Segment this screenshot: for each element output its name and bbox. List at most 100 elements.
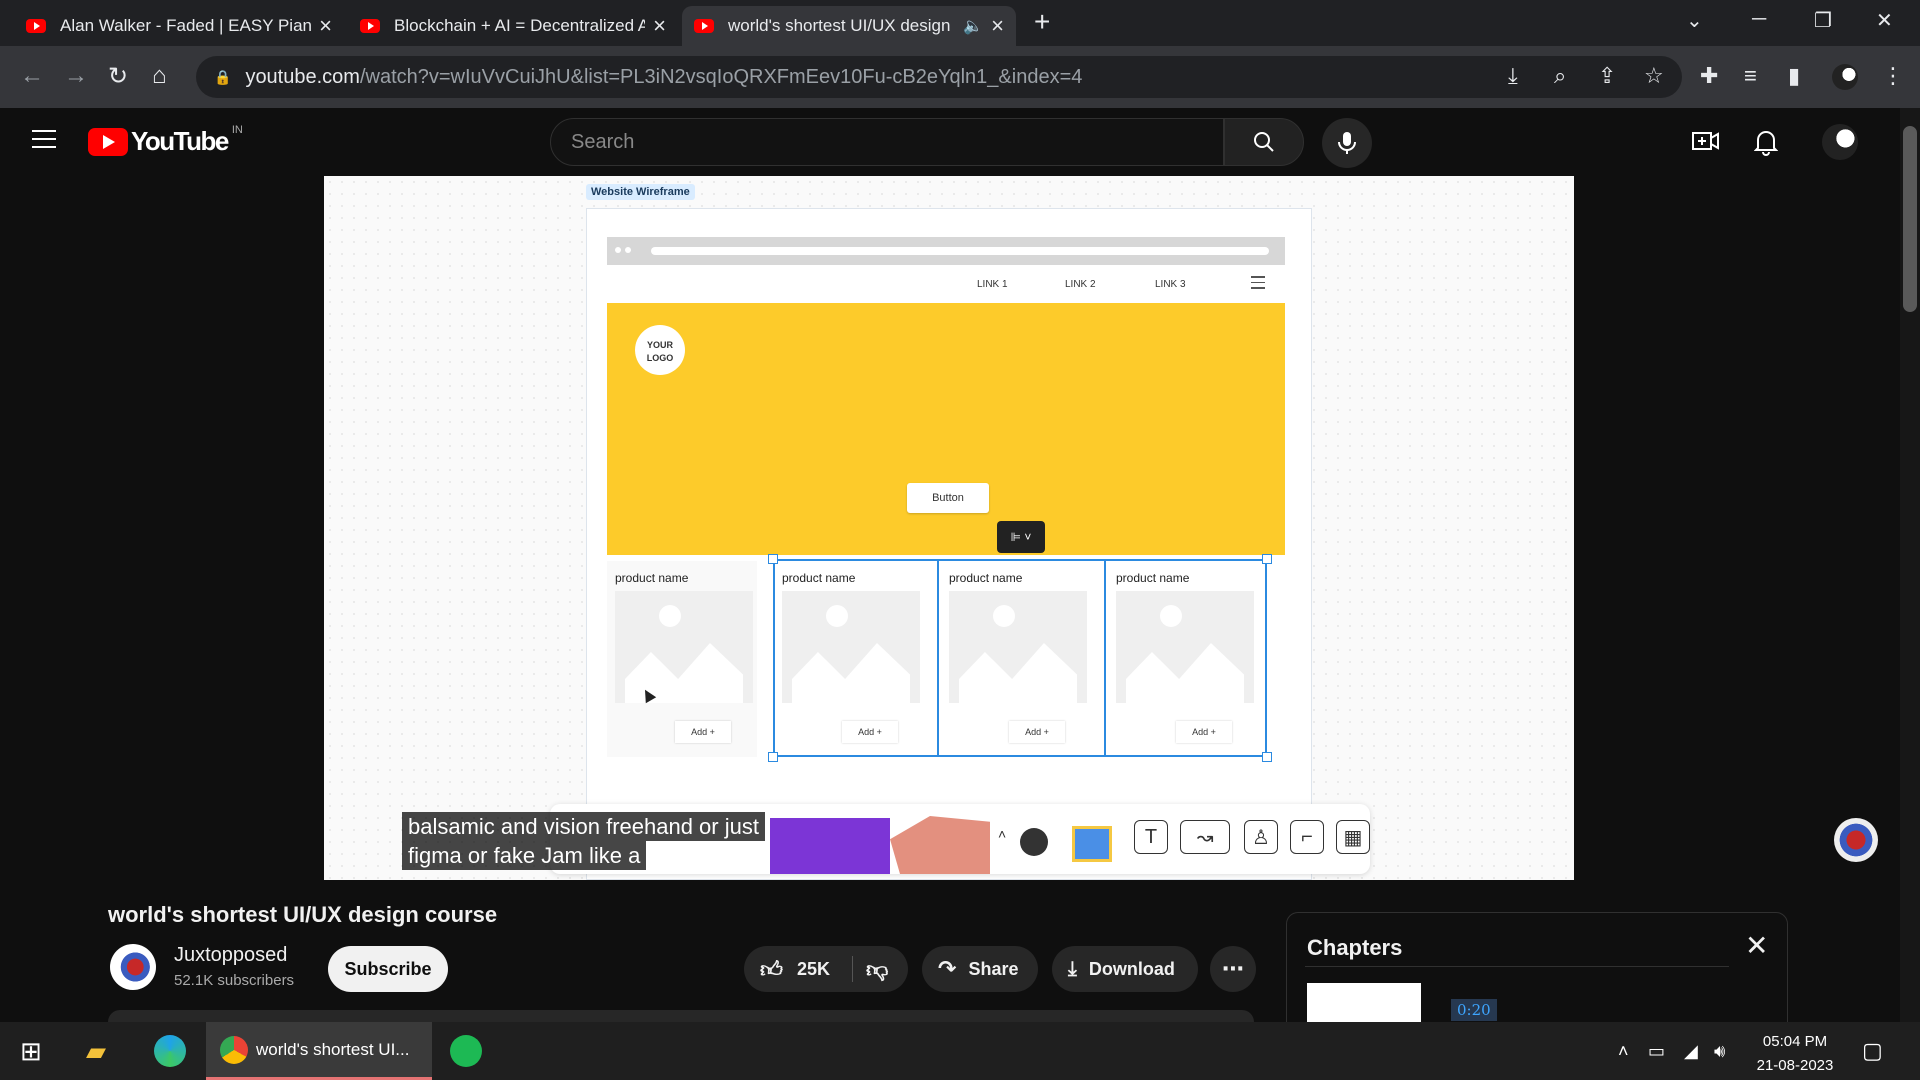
browser-toolbar: ← → ↻ ⌂ 🔒 youtube.com/watch?v=wIuVvCuiJh… [0,46,1920,108]
close-chapters-icon[interactable]: ✕ [1745,929,1768,962]
wireframe-hero: YOUR LOGO Button [607,303,1285,555]
side-panel-icon[interactable]: ▮ [1788,63,1800,89]
resize-handle [768,554,778,564]
account-avatar[interactable] [1822,124,1858,160]
country-code: IN [231,123,243,136]
more-horizontal-icon: ⋯ [1222,956,1244,981]
channel-name[interactable]: Juxtopposed [174,944,287,967]
clock-date: 21-08-2023 [1756,1057,1834,1074]
download-button[interactable]: ⤓ Download [1052,946,1198,992]
selection-box [773,559,1267,757]
description-box[interactable] [108,1010,1254,1022]
microphone-icon [1338,132,1356,154]
like-button[interactable]: 👍︎ 25K [744,946,852,992]
download-icon: ⤓ [1068,957,1077,980]
minimize-icon[interactable]: ─ [1752,8,1766,31]
zoom-icon[interactable]: ⌕ [1554,63,1566,89]
caption-line: balsamic and vision freehand or just [402,812,765,841]
battery-icon[interactable]: ▭ [1648,1022,1665,1080]
tab-search-chevron-icon[interactable]: ⌄ [1686,8,1703,33]
windows-start-icon[interactable]: ⊞ [20,1022,42,1080]
file-explorer-icon[interactable]: ▰ [86,1022,106,1080]
home-icon[interactable]: ⌂ [152,62,167,90]
restore-icon[interactable]: ❐ [1814,8,1832,33]
wireframe-browser-bar [607,237,1285,265]
address-bar[interactable]: 🔒 youtube.com/watch?v=wIuVvCuiJhU&list=P… [196,56,1682,98]
close-tab-icon[interactable]: × [991,13,1004,39]
youtube-favicon-icon [26,19,46,33]
close-tab-icon[interactable]: × [653,13,666,39]
volume-icon[interactable]: 🔊︎ [1714,1022,1725,1080]
tab-alan-walker[interactable]: Alan Walker - Faded | EASY Piano × [14,6,344,46]
resize-handle [1262,554,1272,564]
voice-search-button[interactable] [1322,118,1372,168]
taskbar-chrome-window[interactable]: world's shortest UI... [206,1022,432,1080]
share-page-icon[interactable]: ⇪ [1598,63,1616,89]
product-name: product name [615,571,689,585]
chapter-thumbnail[interactable] [1307,983,1421,1022]
share-button[interactable]: ↷ Share [922,946,1038,992]
hamburger-menu-icon[interactable] [32,130,56,148]
new-tab-button[interactable]: + [1034,6,1050,38]
more-actions-button[interactable]: ⋯ [1210,946,1256,992]
scrollbar-thumb[interactable] [1903,126,1917,312]
like-count: 25K [797,958,831,979]
wireframe-hamburger-icon [1251,276,1265,293]
stamp-tool-icon [1020,828,1048,856]
lock-icon[interactable]: 🔒 [214,69,231,86]
video-player[interactable]: Website Wireframe LINK 1 LINK 2 LINK 3 Y… [324,176,1574,880]
extensions-icon[interactable]: ✚ [1700,63,1718,89]
back-icon[interactable]: ← [20,62,44,90]
system-clock[interactable]: 05:04 PM 21-08-2023 [1740,1030,1850,1078]
tray-chevron-up-icon[interactable]: ˄ [1618,1022,1629,1080]
windows-taskbar: ⊞ ▰ world's shortest UI... ˄ ▭ ◢ 🔊︎ 05:0… [0,1022,1920,1080]
search-icon [1254,132,1274,152]
search-button[interactable] [1224,118,1304,166]
search-input[interactable]: Search [550,118,1224,166]
chevron-up-icon: ˄ [998,826,1007,842]
chapter-timestamp[interactable]: 0:20 [1451,999,1497,1021]
wifi-icon[interactable]: ◢ [1684,1022,1698,1080]
wireframe-nav: LINK 1 LINK 2 LINK 3 [607,265,1285,303]
speaker-icon[interactable]: 🔈 [963,16,983,36]
add-button: Add + [675,721,731,743]
channel-avatar[interactable] [110,944,156,990]
tab-blockchain-ai[interactable]: Blockchain + AI = Decentralized A × [348,6,678,46]
edge-icon[interactable] [154,1022,186,1080]
youtube-header: YouTube IN Search [0,108,1900,176]
notifications-bell-icon[interactable] [1754,128,1778,156]
resize-handle [1262,752,1272,762]
thumbs-up-icon: 👍︎ [760,956,783,982]
logo-line-2: LOGO [646,353,674,363]
bookmark-star-icon[interactable]: ☆ [1644,63,1664,89]
profile-avatar[interactable] [1832,64,1858,90]
chrome-menu-icon[interactable]: ⋮ [1882,63,1904,89]
forward-icon[interactable]: → [64,62,88,90]
install-app-icon[interactable]: ⤓ [1508,63,1518,89]
chrome-icon [220,1035,248,1064]
product-card: product name Add + [607,561,757,757]
close-tab-icon[interactable]: × [319,13,332,39]
video-captions: balsamic and vision freehand or just fig… [402,812,792,870]
logo-line-1: YOUR [646,340,673,350]
create-video-icon[interactable] [1692,128,1720,154]
spotify-icon[interactable] [450,1022,482,1080]
selection-divider [1104,559,1106,757]
media-control-icon[interactable]: ≡ [1744,63,1757,89]
youtube-favicon-icon [360,19,380,33]
sections-tool-icon [1072,826,1112,862]
notifications-icon[interactable]: ▢ [1862,1022,1883,1080]
wireframe-logo: YOUR LOGO [635,325,685,375]
tab-world-shortest-uiux[interactable]: world's shortest UI/UX design 🔈 × [682,6,1016,46]
floating-channel-avatar[interactable] [1834,818,1878,862]
thumbs-down-icon[interactable]: 👎︎ [866,956,888,983]
window-close-icon[interactable]: ✕ [1876,8,1893,33]
stamp-icon: ♙ [1244,820,1278,854]
reload-icon[interactable]: ↻ [108,62,128,91]
subscribe-button[interactable]: Subscribe [328,946,448,992]
align-tool-popup: ⊫ ˅ [997,521,1045,553]
connector-tool-icon: ↝ [1180,820,1230,854]
wireframe-link-1: LINK 1 [977,279,1008,290]
like-dislike-group: 👍︎ 25K 👎︎ [744,946,908,992]
youtube-logo[interactable]: YouTube IN [88,123,243,157]
